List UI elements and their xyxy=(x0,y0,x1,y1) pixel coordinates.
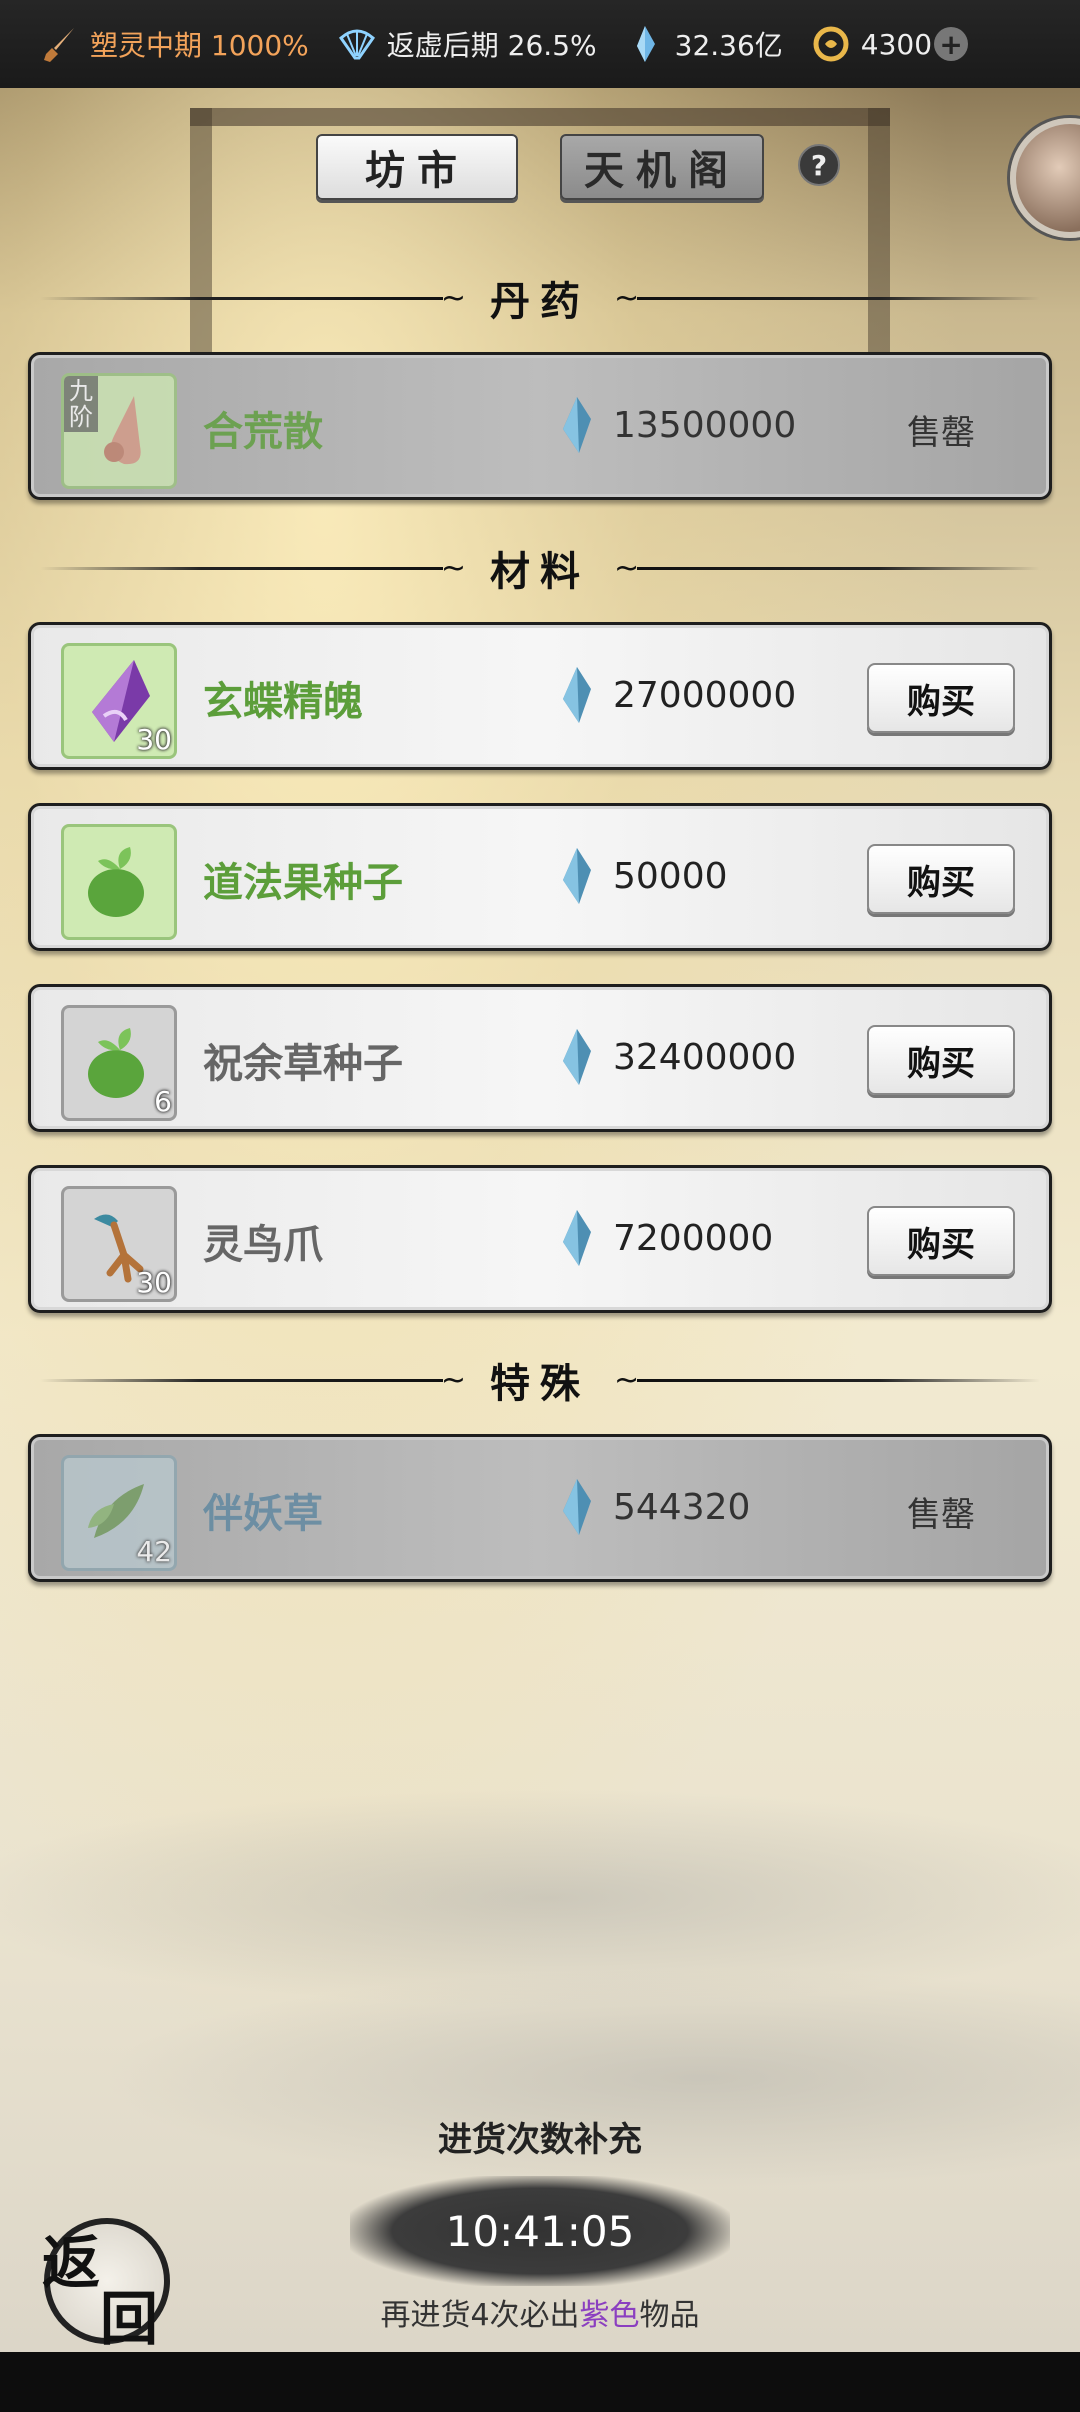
back-char-2: 回 xyxy=(100,2285,159,2353)
item-name: 灵鸟爪 xyxy=(203,1222,323,1268)
spirit-stone-icon xyxy=(636,26,655,62)
restock-note-prefix: 再进货4次必出 xyxy=(380,2298,580,2333)
currency-text: 4300 xyxy=(860,27,933,61)
item-price: 32400000 xyxy=(557,1027,796,1087)
item-name: 玄蝶精魄 xyxy=(203,679,363,725)
price-value: 13500000 xyxy=(613,404,797,446)
tier-badge: 九阶 xyxy=(64,376,98,432)
back-button[interactable]: 返 回 xyxy=(42,2218,170,2353)
item-icon: 30 xyxy=(61,1186,177,1302)
plus-icon[interactable]: + xyxy=(934,27,969,61)
item-icon: 30 xyxy=(61,643,177,759)
item-count: 30 xyxy=(136,723,172,756)
realm-stat: 塑灵中期 1000% xyxy=(40,24,309,64)
gem-icon xyxy=(563,1210,591,1266)
shop-item-he-huang-san: 九阶 合荒散 13500000 售罄 xyxy=(28,352,1052,500)
item-icon: 6 xyxy=(61,1005,177,1121)
item-name: 合荒散 xyxy=(203,409,323,455)
section-title-materials: ~ 材料 ~ xyxy=(40,540,1040,596)
help-icon[interactable]: ? xyxy=(798,144,840,186)
shop-item-ban-yao-cao: 42 伴妖草 544320 售罄 xyxy=(28,1434,1052,1582)
section-title-text: 材料 xyxy=(490,548,590,595)
sword-icon xyxy=(44,28,74,62)
back-char-1: 返 xyxy=(42,2229,101,2297)
buy-button[interactable]: 购买 xyxy=(867,663,1015,733)
tab-market[interactable]: 坊市 xyxy=(316,134,518,200)
seed-icon xyxy=(88,847,144,917)
restock-title: 进货次数补充 xyxy=(438,2120,642,2160)
realm-text: 塑灵中期 1000% xyxy=(90,29,309,62)
coin-icon xyxy=(813,26,849,62)
currency-stat: 4300 + xyxy=(811,24,969,64)
price-value: 27000000 xyxy=(613,674,797,716)
section-title-text: 特殊 xyxy=(490,1360,590,1407)
price-value: 544320 xyxy=(613,1486,751,1528)
price-value: 50000 xyxy=(613,855,728,897)
decor-beam xyxy=(190,108,890,126)
item-count: 42 xyxy=(136,1535,172,1568)
gem-icon xyxy=(563,848,591,904)
item-icon xyxy=(61,824,177,940)
buy-button[interactable]: 购买 xyxy=(867,844,1015,914)
buy-button[interactable]: 购买 xyxy=(867,1206,1015,1276)
secondary-realm-stat: 返虚后期 26.5% xyxy=(337,24,597,64)
gem-icon xyxy=(563,397,591,453)
section-title-special: ~ 特殊 ~ xyxy=(40,1352,1040,1408)
item-price: 13500000 xyxy=(557,395,796,455)
item-price: 544320 xyxy=(557,1477,750,1537)
shop-item-ling-niao-zhua: 30 灵鸟爪 7200000 购买 xyxy=(28,1165,1052,1313)
item-count: 6 xyxy=(154,1085,172,1118)
section-title-pills: ~ 丹药 ~ xyxy=(40,270,1040,326)
seed-icon xyxy=(88,1028,144,1098)
bottom-bar xyxy=(0,2352,1080,2412)
item-count: 30 xyxy=(136,1266,172,1299)
shop-item-zhu-yu-cao-seed: 6 祝余草种子 32400000 购买 xyxy=(28,984,1052,1132)
spirit-stones-text: 32.36亿 xyxy=(674,29,783,62)
sold-out-label: 售罄 xyxy=(907,413,975,453)
item-icon: 九阶 xyxy=(61,373,177,489)
item-name: 道法果种子 xyxy=(203,860,403,906)
section-title-text: 丹药 xyxy=(490,278,590,325)
item-icon: 42 xyxy=(61,1455,177,1571)
secondary-realm-text: 返虚后期 26.5% xyxy=(386,29,597,62)
item-name: 伴妖草 xyxy=(203,1491,323,1537)
restock-timer: 10:41:05 xyxy=(350,2176,730,2286)
price-value: 7200000 xyxy=(613,1217,774,1259)
price-value: 32400000 xyxy=(613,1036,797,1078)
shop-item-dao-fa-guo-seed: 道法果种子 50000 购买 xyxy=(28,803,1052,951)
restock-note-suffix: 物品 xyxy=(639,2298,700,2333)
gem-icon xyxy=(563,1479,591,1535)
item-price: 7200000 xyxy=(557,1208,773,1268)
fan-icon xyxy=(338,29,375,60)
gem-icon xyxy=(563,1029,591,1085)
item-price: 50000 xyxy=(557,846,728,906)
spirit-stones-stat: 32.36亿 xyxy=(625,24,783,64)
status-bar: 塑灵中期 1000% 返虚后期 26.5% 32.36亿 4300 + xyxy=(0,0,1080,88)
shop-item-xuan-die-jing-po: 30 玄蝶精魄 27000000 购买 xyxy=(28,622,1052,770)
item-price: 27000000 xyxy=(557,665,796,725)
buy-button[interactable]: 购买 xyxy=(867,1025,1015,1095)
restock-note-highlight: 紫色 xyxy=(579,2298,640,2333)
tab-tianji-pavilion[interactable]: 天机阁 xyxy=(560,134,764,200)
gem-icon xyxy=(563,667,591,723)
sold-out-label: 售罄 xyxy=(907,1495,975,1535)
item-name: 祝余草种子 xyxy=(203,1041,403,1087)
